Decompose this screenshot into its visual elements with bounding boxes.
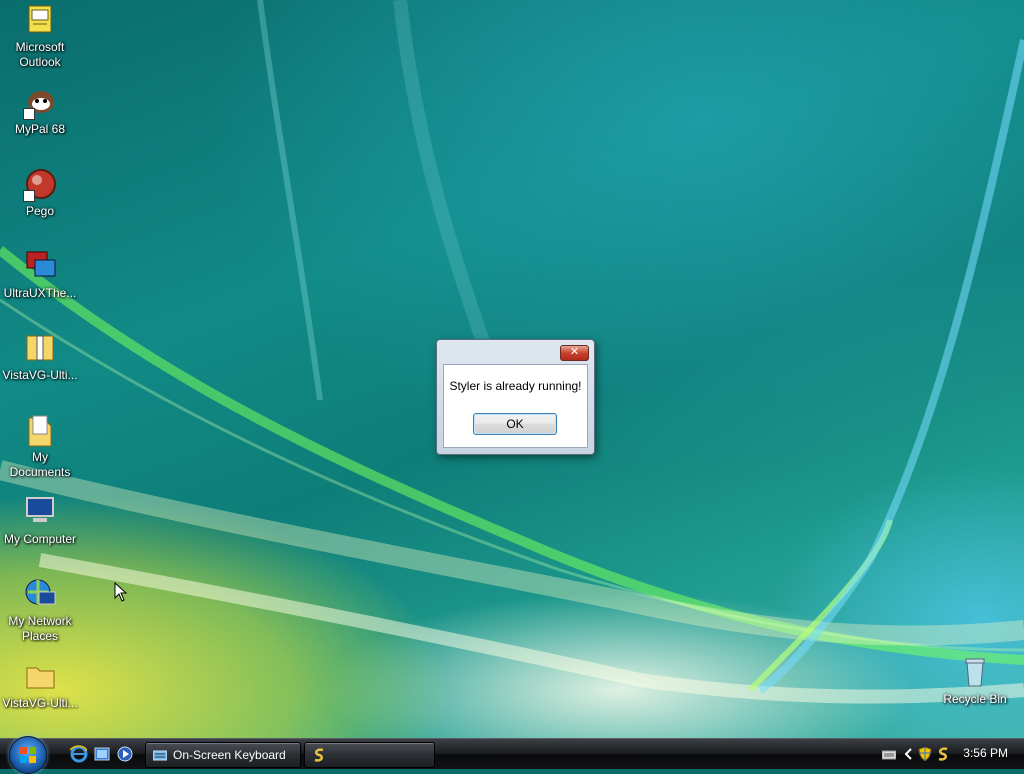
dialog-titlebar[interactable] [437,340,594,364]
message-dialog: Styler is already running! OK [436,339,595,455]
desktop-icon-label: VistaVG-Ulti... [2,368,78,382]
taskbar: On-Screen Keyboard 3:56 PM [0,736,1024,774]
desktop-icon-outlook[interactable]: Microsoft Outlook [0,4,80,70]
desktop-icon-label: My Network Places [8,614,72,643]
shortcut-arrow-icon [23,190,35,202]
desktop-icon-label: Microsoft Outlook [15,40,65,69]
taskbar-button-styler[interactable] [304,742,435,768]
recycle-bin-icon [958,656,992,690]
desktop-icon-recycle-bin[interactable]: Recycle Bin [935,656,1015,707]
folder-icon [23,660,57,694]
desktop-icon-my-documents[interactable]: My Documents [0,414,80,480]
show-desktop-icon[interactable] [93,745,111,763]
styler-tray-icon[interactable] [936,747,950,761]
desktop-icon-vistavg-zip[interactable]: VistaVG-Ulti... [0,332,80,383]
my-documents-icon [23,414,57,448]
desktop-icon-vistavg-folder[interactable]: VistaVG-Ulti... [0,660,80,711]
shortcut-arrow-icon [23,108,35,120]
close-button[interactable] [560,345,589,361]
expand-tray-icon[interactable] [902,747,916,761]
desktop-icon-label: VistaVG-Ulti... [2,696,78,710]
desktop-icon-mypal[interactable]: MyPal 68 [0,86,80,137]
taskbar-button-on-screen-keyboard[interactable]: On-Screen Keyboard [145,742,301,768]
desktop-icon-pego[interactable]: Pego [0,168,80,219]
pego-icon [23,168,57,202]
security-shield-icon[interactable] [918,747,932,761]
styler-icon [314,748,324,762]
clock[interactable]: 3:56 PM [963,739,1008,768]
internet-explorer-icon[interactable] [70,745,88,763]
desktop-icon-label: MyPal 68 [14,122,66,136]
my-computer-icon [23,496,57,530]
start-button[interactable] [9,736,47,774]
desktop-icon-my-computer[interactable]: My Computer [0,496,80,547]
desktop-icon-label: My Documents [9,450,71,479]
desktop-icon-network-places[interactable]: My Network Places [0,578,80,644]
ultrauxtheme-icon [23,250,57,284]
ok-button[interactable]: OK [473,413,557,435]
outlook-icon [23,4,57,38]
windows-flag-icon [20,747,36,763]
desktop-icon-ultrauxtheme[interactable]: UltraUXThe... [0,250,80,301]
keyboard-tray-icon[interactable] [882,747,896,761]
network-places-icon [23,578,57,612]
desktop: Microsoft Outlook MyPal 68 Pego UltraUXT… [0,0,1024,738]
keyboard-icon [153,750,167,761]
system-tray: 3:56 PM [874,739,1024,769]
dialog-message: Styler is already running! [449,379,582,393]
mouse-cursor-icon [114,582,128,602]
dialog-body: Styler is already running! OK [443,364,588,448]
desktop-icon-label: Recycle Bin [943,692,1007,706]
mypal-icon [23,86,57,120]
desktop-icon-label: Pego [25,204,55,218]
desktop-icon-label: My Computer [3,532,77,546]
zip-folder-icon [23,332,57,366]
taskbar-button-label: On-Screen Keyboard [173,748,286,762]
media-player-icon[interactable] [116,745,134,763]
desktop-icon-label: UltraUXThe... [3,286,77,300]
